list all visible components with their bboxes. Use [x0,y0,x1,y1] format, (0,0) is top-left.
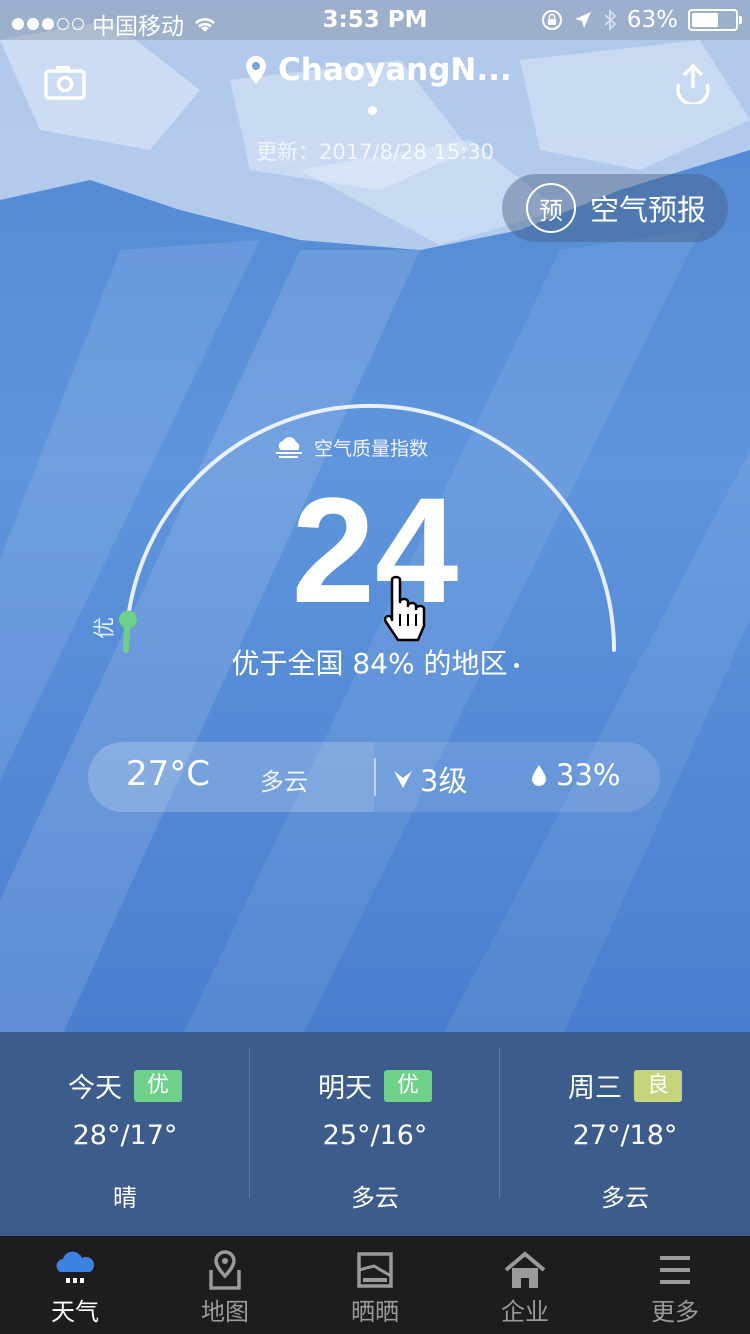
quality-badge: 优 [383,1069,432,1102]
tab-label: 天气 [51,1298,99,1326]
home-icon [504,1251,546,1288]
cloud-haze-icon [276,436,302,458]
battery-icon [688,9,742,31]
wind-value: 3级 [420,764,468,798]
share-button[interactable] [672,62,714,107]
tab-bar: 天气 地图 晒晒 企业 更多 [0,1236,750,1334]
tab-enterprise[interactable]: 企业 [450,1236,600,1334]
tab-label: 企业 [501,1298,549,1326]
photo-icon [357,1252,393,1288]
aqi-ranking: 优于全国 84% 的地区 [0,642,750,682]
wind-level: 3级 [392,758,467,800]
bluetooth-icon [604,9,617,31]
current-temperature: 27°C [126,754,211,794]
tab-label: 更多 [651,1298,699,1326]
tab-share-photos[interactable]: 晒晒 [300,1236,450,1334]
camera-icon [44,66,86,100]
tab-label: 晒晒 [351,1298,399,1326]
forecast-day[interactable]: 周三良 27°/18° 多云 [500,1032,750,1236]
forecast-panel: 今天优 28°/17° 晴 明天优 25°/16° 多云 周三良 27°/18°… [0,1032,750,1236]
update-time: 更新：2017/8/28 15:30 [256,140,494,164]
conditions-divider [374,758,376,796]
air-forecast-label: 空气预报 [590,193,707,227]
forecast-day[interactable]: 明天优 25°/16° 多云 [250,1032,500,1236]
gauge-level-label: 优 [93,616,119,640]
quality-badge: 良 [633,1069,682,1102]
location-pin-icon [246,56,266,84]
map-pin-icon [209,1250,241,1290]
aqi-heading: 空气质量指数 [274,434,428,461]
forecast-temps: 28°/17° [72,1120,178,1151]
location-selector[interactable]: ChaoyangN... [244,52,512,88]
forecast-temps: 25°/16° [322,1120,428,1151]
forecast-weather: 多云 [351,1184,399,1212]
forecast-temps: 27°/18° [572,1120,678,1151]
forecast-day-name: 明天 [317,1073,372,1104]
current-conditions: 27°C 多云 3级 33% [88,742,660,812]
menu-icon [660,1256,690,1284]
battery-percent: 63% [626,7,678,33]
aqi-value: 24 [291,466,459,634]
humidity-value: 33% [556,758,621,792]
system-indicators: 63% [541,7,742,33]
location-name: ChaoyangN... [278,52,512,88]
current-weather: 多云 [260,768,308,796]
forecast-day-name: 周三 [567,1073,622,1104]
humidity: 33% [530,758,620,792]
status-bar: 中国移动 3:53 PM 63% [0,0,750,40]
tab-more[interactable]: 更多 [600,1236,750,1334]
tab-map[interactable]: 地图 [150,1236,300,1334]
aqi-ranking-text: 优于全国 84% 的地区 [231,647,508,680]
tab-label: 地图 [201,1298,249,1326]
forecast-day[interactable]: 今天优 28°/17° 晴 [0,1032,250,1236]
hand-cursor-icon [383,575,426,642]
weather-icon [56,1251,95,1283]
water-drop-icon [532,765,546,786]
forecast-day-name: 今天 [67,1073,122,1104]
forecast-weather: 多云 [601,1184,649,1212]
camera-button[interactable] [44,64,86,100]
aqi-title: 空气质量指数 [314,438,429,460]
quality-badge: 优 [133,1069,182,1102]
page-indicator [368,106,377,115]
forecast-icon: 预 [526,183,576,233]
rotation-lock-icon [541,10,562,30]
location-arrow-icon [574,12,591,28]
tab-weather[interactable]: 天气 [0,1236,150,1334]
wind-icon [394,771,412,788]
upload-icon [676,63,710,107]
air-forecast-button[interactable]: 预 空气预报 [502,174,728,242]
forecast-weather: 晴 [113,1184,137,1212]
ranking-dot [513,662,519,668]
